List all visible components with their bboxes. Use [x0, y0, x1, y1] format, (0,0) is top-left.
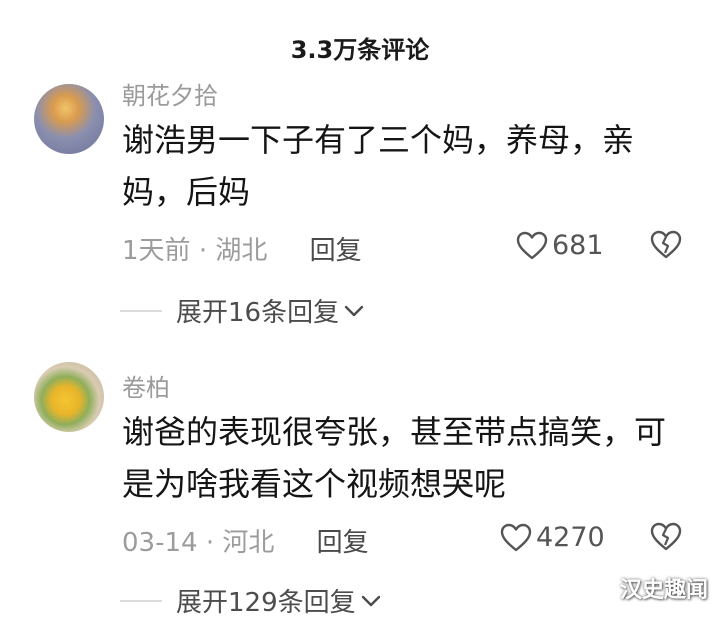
comment-username[interactable]: 卷柏 [122, 368, 170, 403]
chevron-down-icon [344, 305, 364, 316]
comment-time: 1天前 [122, 236, 191, 266]
broken-heart-icon [650, 522, 682, 551]
expand-replies-button[interactable]: 展开16条回复 [120, 292, 365, 329]
heart-icon [516, 231, 548, 259]
broken-heart-icon [650, 230, 682, 259]
like-count: 681 [552, 230, 604, 261]
expand-replies-button[interactable]: 展开129条回复 [120, 582, 382, 619]
meta-separator: · [198, 236, 208, 266]
comment-time: 03-14 [122, 528, 198, 558]
dislike-button[interactable] [650, 522, 682, 556]
reply-button[interactable]: 回复 [310, 236, 362, 266]
chevron-down-icon [361, 595, 380, 606]
comment-text: 谢爸的表现很夸张，甚至带点搞笑，可是为啥我看这个视频想哭呢 [122, 413, 667, 503]
expand-replies-label: 展开129条回复 [176, 588, 356, 618]
heart-icon [500, 523, 532, 551]
divider [120, 599, 162, 602]
comment-text: 谢浩男一下子有了三个妈，养母，亲妈，后妈 [122, 121, 635, 211]
comment-username[interactable]: 朝花夕拾 [122, 76, 218, 111]
reply-button[interactable]: 回复 [317, 528, 369, 558]
watermark: 汉史趣闻 [619, 578, 708, 603]
expand-replies-label: 展开16条回复 [176, 298, 340, 328]
avatar[interactable] [34, 84, 104, 154]
divider [120, 309, 162, 312]
dislike-button[interactable] [650, 230, 682, 264]
comment-location: 湖北 [215, 236, 268, 266]
like-count: 4270 [536, 522, 605, 553]
comment-meta: 03-14 · 河北 回复 [122, 522, 369, 559]
meta-separator: · [205, 528, 215, 558]
comments-header-title: 3.3万条评论 [290, 36, 430, 64]
comment-meta: 1天前 · 湖北 回复 [122, 230, 362, 267]
comment-location: 河北 [222, 528, 275, 558]
avatar[interactable] [34, 362, 104, 432]
like-button[interactable]: 4270 [500, 522, 605, 553]
like-button[interactable]: 681 [516, 230, 604, 261]
